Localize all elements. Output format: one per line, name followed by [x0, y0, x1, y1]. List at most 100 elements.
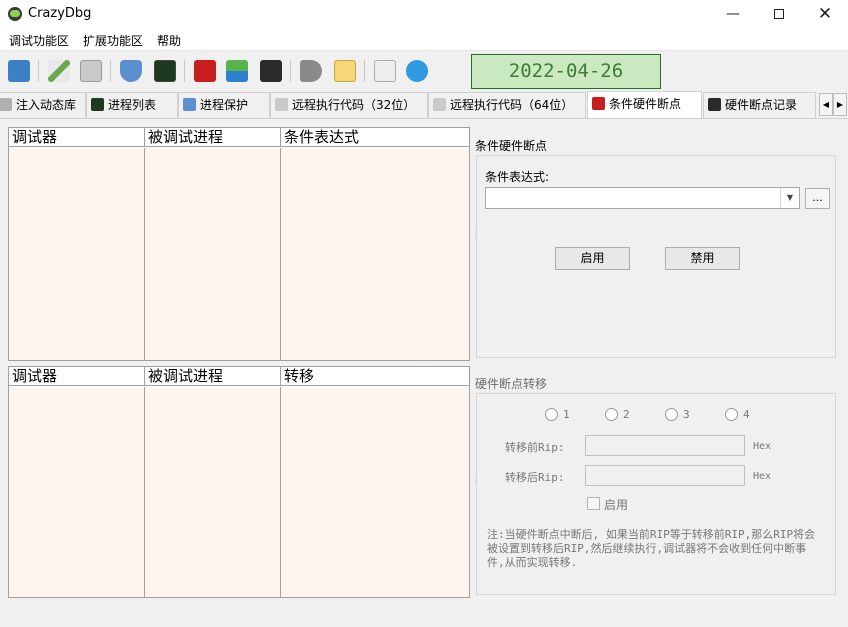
- tab-process-list[interactable]: 进程列表: [86, 92, 178, 118]
- exe-icon: [433, 98, 446, 111]
- table-header: 调试器 被调试进程 转移: [9, 367, 469, 386]
- radio-label-2: 2: [623, 408, 630, 421]
- table-body[interactable]: [9, 148, 469, 360]
- expression-label: 条件表达式:: [485, 170, 550, 184]
- hook-icon[interactable]: [194, 60, 216, 82]
- megaphone-icon[interactable]: [300, 60, 322, 82]
- hook-icon: [592, 97, 605, 110]
- debugger-icon[interactable]: [260, 60, 282, 82]
- before-rip-input[interactable]: [585, 435, 745, 456]
- monitor-icon: [91, 98, 104, 111]
- tab-scroll-right-button[interactable]: ▶: [833, 93, 847, 116]
- radio-2[interactable]: [605, 408, 618, 421]
- toolbar-separator: [364, 60, 365, 82]
- tab-label: 注入动态库: [16, 98, 77, 112]
- tab-process-protect[interactable]: 进程保护: [178, 92, 270, 118]
- table-header: 调试器 被调试进程 条件表达式: [9, 128, 469, 147]
- tab-label: 远程执行代码（32位）: [292, 98, 416, 112]
- shield-icon: [183, 98, 196, 111]
- menu-help[interactable]: 帮助: [157, 32, 181, 49]
- horizontal-splitter[interactable]: [8, 354, 470, 365]
- datetime-display: 2022-04-26 21:01:14: [471, 54, 661, 115]
- radio-label-4: 4: [743, 408, 750, 421]
- tab-hw-breakpoint-log[interactable]: 硬件断点记录: [703, 92, 816, 118]
- before-rip-label: 转移前Rip:: [505, 441, 565, 454]
- column-divider: [280, 148, 281, 360]
- column-divider: [280, 387, 281, 597]
- toolbar-separator: [184, 60, 185, 82]
- syringe-icon: [0, 98, 12, 111]
- before-hex-label: Hex: [753, 441, 772, 452]
- radio-3[interactable]: [665, 408, 678, 421]
- vertical-splitter[interactable]: ⋮: [472, 476, 480, 492]
- shield-icon[interactable]: [120, 60, 142, 82]
- tab-label: 进程保护: [200, 98, 249, 112]
- menu-debug[interactable]: 调试功能区: [9, 32, 69, 49]
- app-logo-icon: [8, 7, 22, 21]
- enable-button[interactable]: 启用: [555, 247, 630, 270]
- tab-label: 硬件断点记录: [725, 98, 798, 112]
- column-header-debugger[interactable]: 调试器: [9, 367, 145, 386]
- after-rip-input[interactable]: [585, 465, 745, 486]
- maximize-button[interactable]: [756, 0, 802, 29]
- transfer-enable-label: 启用: [604, 498, 629, 512]
- tab-label: 远程执行代码（64位）: [450, 98, 574, 112]
- radio-4[interactable]: [725, 408, 738, 421]
- disable-button[interactable]: 禁用: [665, 247, 740, 270]
- cond-section-title: 条件硬件断点: [475, 139, 548, 153]
- column-header-transfer[interactable]: 转移: [281, 367, 469, 386]
- exe-icon[interactable]: [80, 60, 102, 82]
- menu-bar: 调试功能区 扩展功能区 帮助: [0, 29, 848, 51]
- minimize-button[interactable]: —: [710, 0, 756, 29]
- tab-scroll-left-button[interactable]: ◀: [819, 93, 833, 116]
- info-icon[interactable]: [406, 60, 428, 82]
- toolbar-separator: [38, 60, 39, 82]
- transfer-section-title: 硬件断点转移: [475, 377, 548, 391]
- after-rip-label: 转移后Rip:: [505, 471, 565, 484]
- browse-button[interactable]: ...: [805, 188, 830, 209]
- syringe-icon[interactable]: [48, 60, 70, 82]
- title-bar: CrazyDbg — ✕: [0, 0, 848, 29]
- document-icon[interactable]: [374, 60, 396, 82]
- monitor-icon[interactable]: [154, 60, 176, 82]
- window-title: CrazyDbg: [28, 6, 92, 21]
- tab-label: 进程列表: [108, 98, 157, 112]
- column-header-debuggee[interactable]: 被调试进程: [145, 367, 281, 386]
- tab-divider: [0, 118, 848, 119]
- transfer-note: 注:当硬件断点中断后, 如果当前RIP等于转移前RIP,那么RIP将会被设置到转…: [487, 528, 816, 569]
- transfer-enable-checkbox[interactable]: [587, 497, 600, 510]
- column-divider: [144, 148, 145, 360]
- tab-inject-dll[interactable]: 注入动态库: [0, 92, 86, 118]
- radio-1[interactable]: [545, 408, 558, 421]
- radio-label-1: 1: [563, 408, 570, 421]
- radio-label-3: 3: [683, 408, 690, 421]
- note-icon[interactable]: [334, 60, 356, 82]
- transfer-table[interactable]: 调试器 被调试进程 转移: [8, 366, 470, 598]
- tab-bar: 注入动态库 进程列表 进程保护 远程执行代码（32位） 远程执行代码（64位） …: [0, 91, 848, 118]
- column-divider: [144, 387, 145, 597]
- exchange-icon[interactable]: [226, 60, 248, 82]
- toolbar-separator: [110, 60, 111, 82]
- tab-cond-hw-breakpoint[interactable]: 条件硬件断点: [587, 91, 702, 118]
- toolbar: [0, 52, 848, 90]
- maximize-icon: [774, 9, 784, 19]
- expression-combobox[interactable]: ▼: [485, 187, 800, 209]
- exe-icon: [275, 98, 288, 111]
- cond-panel: [476, 155, 836, 358]
- tab-remote-exec-32[interactable]: 远程执行代码（32位）: [270, 92, 428, 118]
- table-body[interactable]: [9, 387, 469, 597]
- notepad-icon[interactable]: [8, 60, 30, 82]
- column-header-debugger[interactable]: 调试器: [9, 128, 145, 147]
- vertical-splitter[interactable]: ⋮: [472, 230, 480, 246]
- cond-breakpoint-table[interactable]: 调试器 被调试进程 条件表达式: [8, 127, 470, 361]
- menu-extend[interactable]: 扩展功能区: [83, 32, 143, 49]
- tab-remote-exec-64[interactable]: 远程执行代码（64位）: [428, 92, 586, 118]
- close-button[interactable]: ✕: [802, 0, 848, 29]
- toolbar-separator: [290, 60, 291, 82]
- after-hex-label: Hex: [753, 471, 772, 482]
- tab-label: 条件硬件断点: [609, 97, 682, 111]
- column-header-debuggee[interactable]: 被调试进程: [145, 128, 281, 147]
- debugger-icon: [708, 98, 721, 111]
- column-header-expression[interactable]: 条件表达式: [281, 128, 469, 147]
- chevron-down-icon[interactable]: ▼: [780, 188, 799, 208]
